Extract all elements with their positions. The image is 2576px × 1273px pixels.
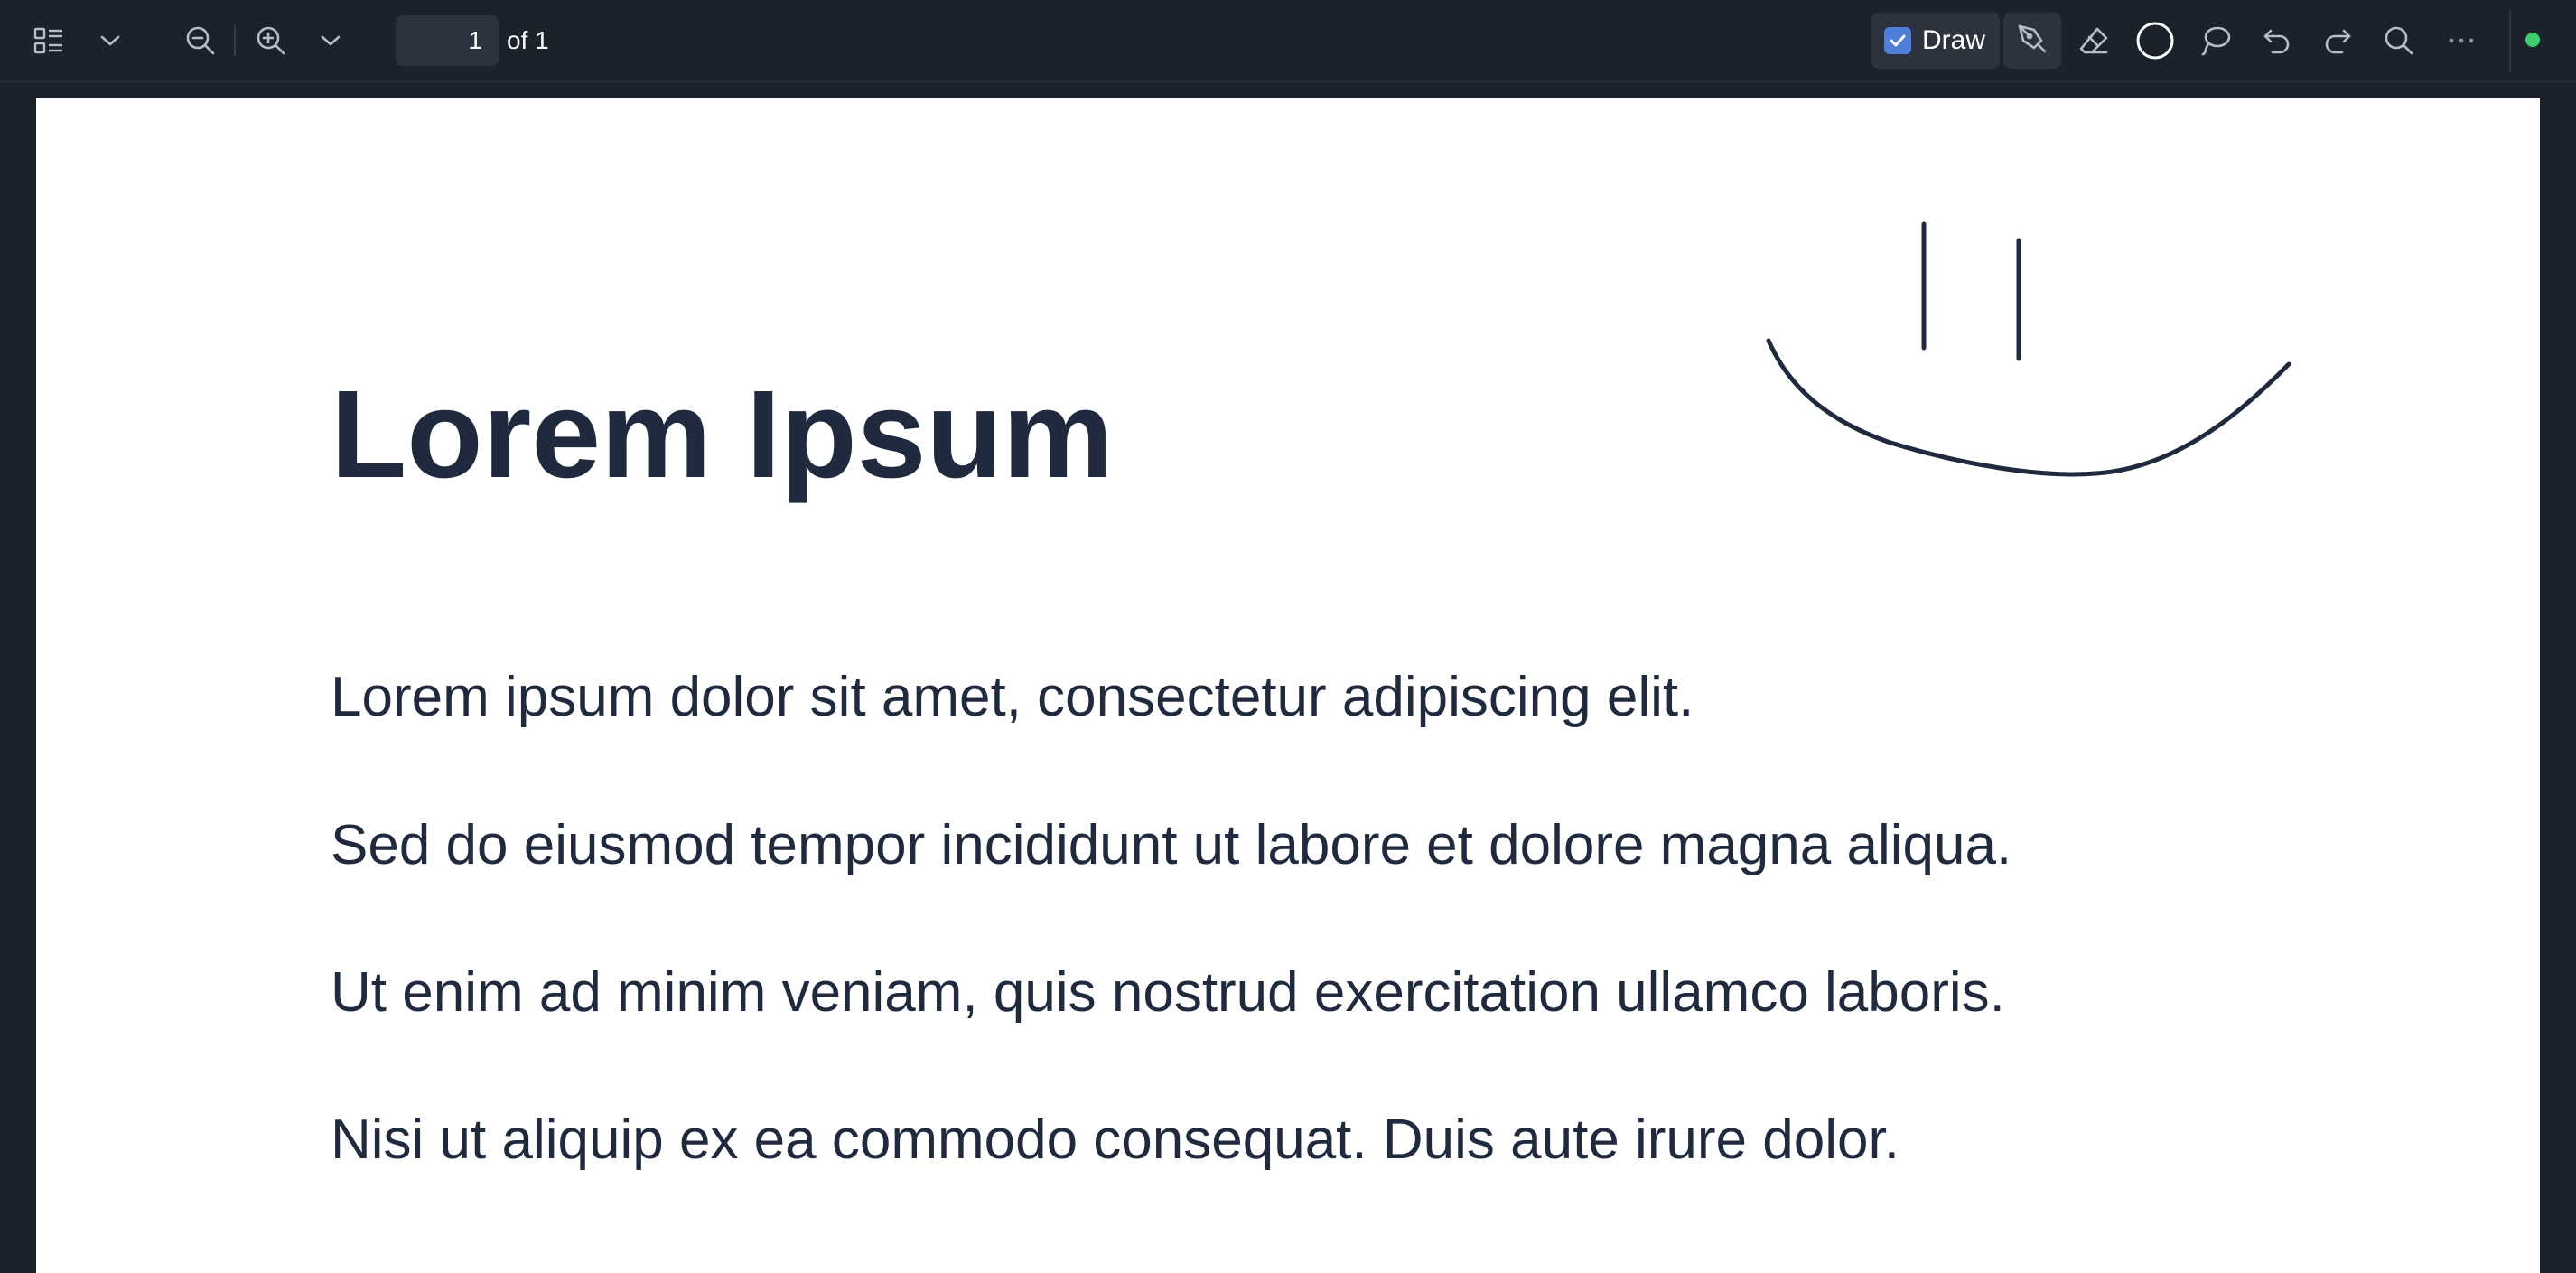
document-paragraph: Sed do eiusmod tempor incididunt ut labo… <box>331 814 2012 876</box>
toolbar-divider <box>234 25 236 56</box>
document-paragraph: Ut enim ad minim veniam, quis nostrud ex… <box>331 961 2005 1024</box>
pen-tool-button[interactable] <box>2003 13 2061 69</box>
sidebar-thumbnails-icon[interactable] <box>29 21 69 61</box>
draw-toggle[interactable]: Draw <box>1871 13 2000 69</box>
toolbar-divider <box>2509 9 2511 72</box>
undo-icon[interactable] <box>2257 21 2297 61</box>
color-circle-icon[interactable] <box>2135 21 2175 61</box>
document-title: Lorem Ipsum <box>331 365 1114 504</box>
draw-label: Draw <box>1922 25 1986 55</box>
search-icon[interactable] <box>2379 21 2419 61</box>
document-paragraph: Nisi ut aliquip ex ea commodo consequat.… <box>331 1109 1899 1171</box>
document-paragraph: Lorem ipsum dolor sit amet, consectetur … <box>331 666 1694 728</box>
drawn-stroke-mouth <box>1766 338 2291 477</box>
redo-icon[interactable] <box>2318 21 2357 61</box>
status-indicator <box>2525 33 2540 47</box>
more-icon[interactable] <box>2441 21 2481 61</box>
zoom-out-icon[interactable] <box>181 21 220 61</box>
zoom-in-icon[interactable] <box>251 21 291 61</box>
pen-icon <box>2016 23 2049 60</box>
chevron-down-icon[interactable] <box>90 21 130 61</box>
page-count-label: of 1 <box>507 26 549 54</box>
lasso-icon[interactable] <box>2196 21 2235 61</box>
checkbox-checked-icon[interactable] <box>1884 27 1911 54</box>
document-page[interactable]: Lorem Ipsum Lorem ipsum dolor sit amet, … <box>36 98 2540 1273</box>
eraser-icon[interactable] <box>2074 21 2114 61</box>
chevron-down-icon[interactable] <box>311 21 350 61</box>
toolbar: of 1 Draw <box>0 0 2576 82</box>
page-number-input[interactable] <box>396 15 499 66</box>
